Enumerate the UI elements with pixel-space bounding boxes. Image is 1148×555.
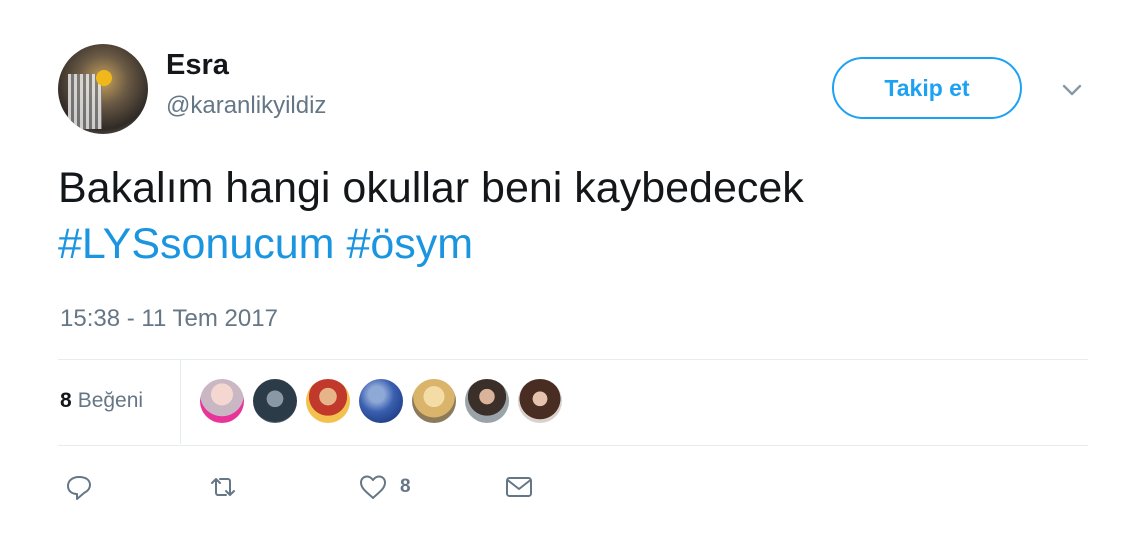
- like-count: 8: [400, 476, 411, 497]
- retweet-button[interactable]: [208, 470, 238, 504]
- follow-button[interactable]: Takip et: [832, 57, 1022, 119]
- likes-label: Beğeni: [77, 389, 144, 412]
- envelope-icon: [506, 477, 532, 497]
- tweet-text: Bakalım hangi okullar beni kaybedecek #L…: [58, 160, 1118, 272]
- reply-icon: [67, 476, 91, 500]
- heart-icon: [360, 475, 386, 499]
- tweet-text-line: Bakalım hangi okullar beni kaybedecek: [58, 164, 804, 212]
- more-options-caret[interactable]: [1058, 78, 1086, 102]
- stats-divider: [180, 360, 181, 444]
- liker-avatar[interactable]: [412, 379, 456, 423]
- reply-button[interactable]: [64, 470, 94, 504]
- likes-count: 8: [60, 389, 72, 412]
- hashtag-link[interactable]: #ösym: [346, 220, 473, 268]
- liker-avatar[interactable]: [253, 379, 297, 423]
- liker-avatar[interactable]: [359, 379, 403, 423]
- avatar-flower: [96, 70, 112, 86]
- author-handle[interactable]: @karanlikyildiz: [166, 92, 326, 120]
- author-avatar[interactable]: [58, 44, 148, 134]
- liker-avatar[interactable]: [200, 379, 244, 423]
- tweet-actions: 8: [64, 470, 664, 504]
- divider-bottom: [58, 445, 1088, 446]
- direct-message-button[interactable]: [504, 470, 534, 504]
- liker-avatar[interactable]: [465, 379, 509, 423]
- tweet-timestamp[interactable]: 15:38 - 11 Tem 2017: [60, 305, 278, 333]
- tweet-hashtags: #LYSsonucum #ösym: [58, 216, 1118, 272]
- likes-stat[interactable]: 8 Beğeni: [60, 389, 143, 413]
- like-button[interactable]: 8: [358, 470, 411, 504]
- chevron-down-icon: [1062, 84, 1082, 96]
- liker-avatar[interactable]: [306, 379, 350, 423]
- likers-avatars: [200, 379, 562, 423]
- retweet-icon: [211, 478, 235, 496]
- hashtag-link[interactable]: #LYSsonucum: [58, 220, 334, 268]
- author-display-name[interactable]: Esra: [166, 49, 229, 82]
- liker-avatar[interactable]: [518, 379, 562, 423]
- divider-top: [58, 359, 1088, 360]
